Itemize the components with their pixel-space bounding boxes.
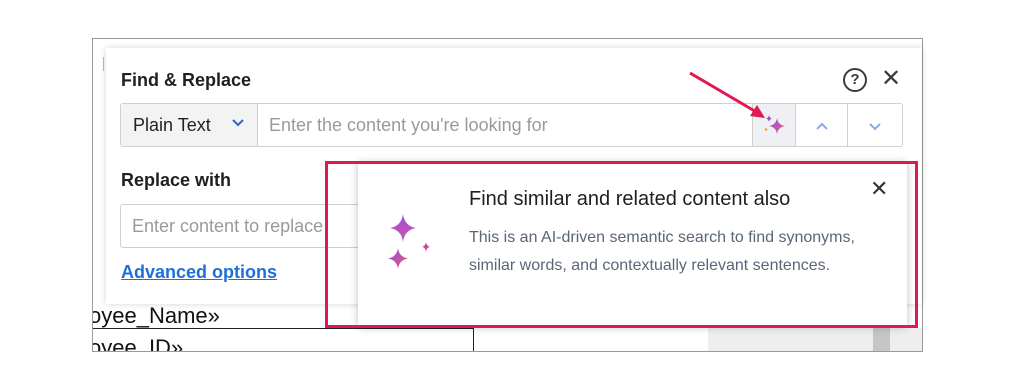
annotation-highlight-box xyxy=(325,161,918,328)
